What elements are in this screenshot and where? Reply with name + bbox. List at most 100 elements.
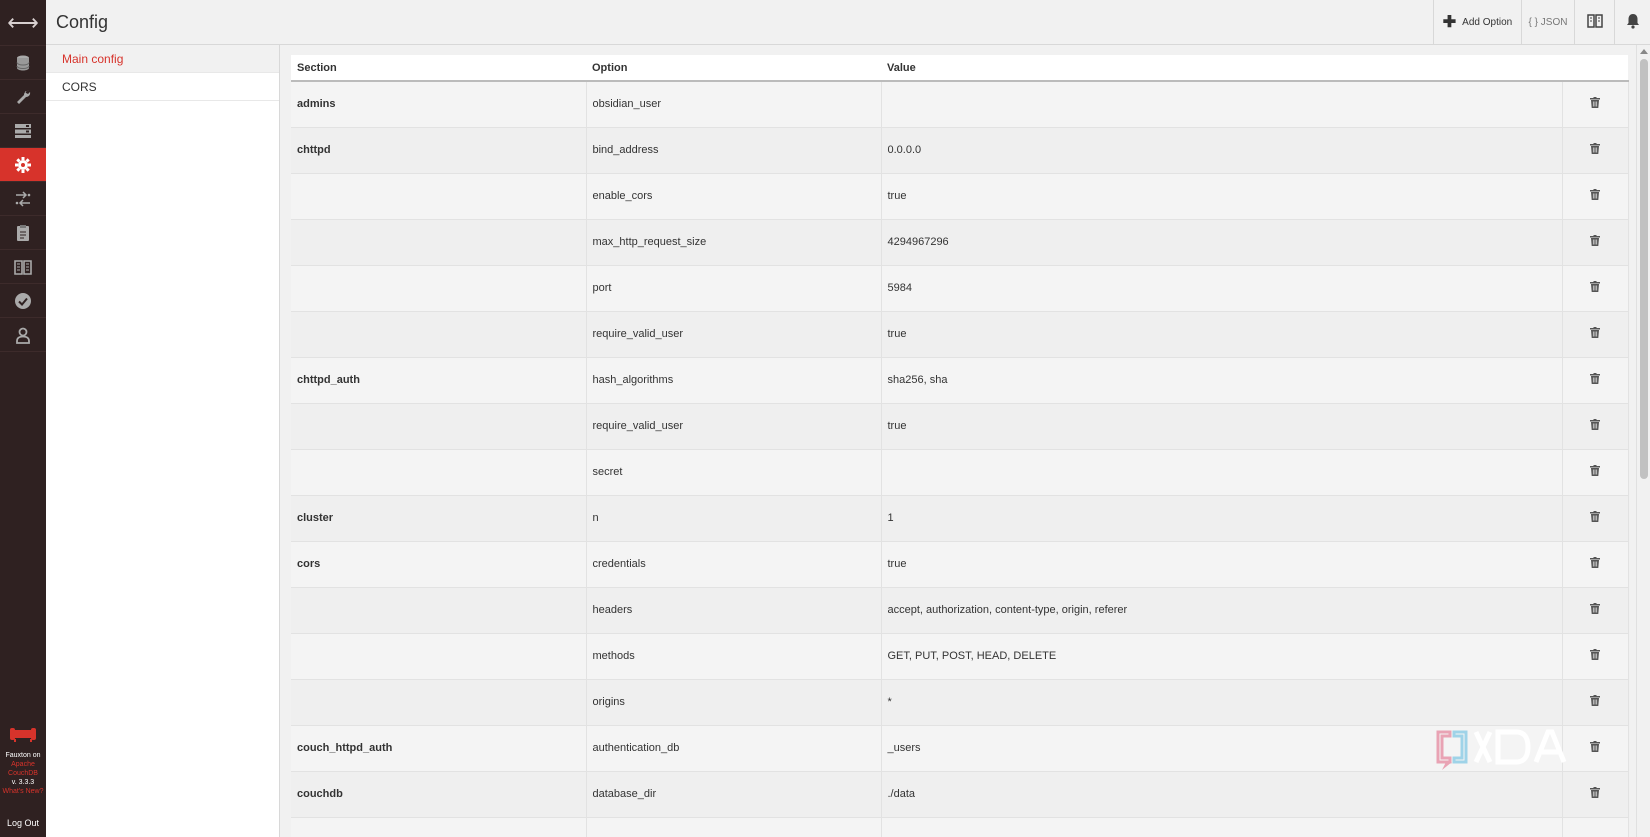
json-button[interactable]: { } JSON xyxy=(1521,0,1574,44)
plus-icon: ✚ xyxy=(1442,14,1457,31)
cell-value[interactable]: GET, PUT, POST, HEAD, DELETE xyxy=(881,633,1563,680)
trash-icon[interactable] xyxy=(1590,465,1600,479)
brand-line-1: Fauxton on xyxy=(5,752,41,759)
cell-value[interactable]: accept, authorization, content-type, ori… xyxy=(881,587,1563,634)
trash-icon[interactable] xyxy=(1590,235,1600,249)
trash-icon[interactable] xyxy=(1590,327,1600,341)
cell-value[interactable] xyxy=(881,81,1563,128)
table-row: couch_httpd_auth authentication_db _users xyxy=(291,725,1629,772)
cell-option[interactable]: database_dir xyxy=(586,771,882,818)
xda-watermark-logo xyxy=(1432,724,1587,772)
cell-option[interactable]: credentials xyxy=(586,541,882,588)
cell-option[interactable]: headers xyxy=(586,587,882,634)
cell-value[interactable]: * xyxy=(881,679,1563,726)
column-header-section: Section xyxy=(291,55,586,82)
delete-cell xyxy=(1562,219,1629,266)
nav-item-documentation[interactable] xyxy=(0,216,46,250)
cell-value[interactable]: true xyxy=(881,311,1563,358)
trash-icon[interactable] xyxy=(1590,419,1600,433)
delete-cell xyxy=(1562,173,1629,220)
cell-value[interactable]: 4294967296 xyxy=(881,219,1563,266)
cell-value[interactable]: true xyxy=(881,541,1563,588)
cell-option[interactable]: origins xyxy=(586,679,882,726)
delete-cell xyxy=(1562,541,1629,588)
nav-item-databases[interactable] xyxy=(0,46,46,80)
cell-option[interactable]: obsidian_user xyxy=(586,81,882,128)
cell-section xyxy=(291,219,587,266)
sidebar-item-main-config[interactable]: Main config xyxy=(46,45,279,73)
cell-value[interactable] xyxy=(881,817,1563,837)
brand-line-2[interactable]: Apache xyxy=(0,760,46,769)
table-row: max_http_request_size 4294967296 xyxy=(291,219,1629,266)
table-row: headers accept, authorization, content-ty… xyxy=(291,587,1629,634)
cell-value[interactable]: true xyxy=(881,173,1563,220)
trash-icon[interactable] xyxy=(1590,695,1600,709)
scrollbar[interactable] xyxy=(1636,45,1650,837)
cell-option[interactable]: hash_algorithms xyxy=(586,357,882,404)
brand-line-3[interactable]: CouchDB xyxy=(0,769,46,778)
nav-item-config[interactable] xyxy=(0,148,46,182)
databases-icon xyxy=(14,54,32,72)
cell-value[interactable] xyxy=(881,449,1563,496)
trash-icon[interactable] xyxy=(1590,143,1600,157)
sidebar-item-cors[interactable]: CORS xyxy=(46,73,279,101)
notifications-button[interactable] xyxy=(1614,0,1650,44)
trash-icon[interactable] xyxy=(1590,741,1600,755)
trash-icon[interactable] xyxy=(1590,603,1600,617)
nav-items xyxy=(0,46,46,352)
trash-icon[interactable] xyxy=(1590,189,1600,203)
trash-icon[interactable] xyxy=(1590,511,1600,525)
add-option-button[interactable]: ✚ Add Option xyxy=(1433,0,1521,44)
nav-item-docs[interactable] xyxy=(0,250,46,284)
nav-item-verify[interactable] xyxy=(0,284,46,318)
toggle-nav-icon[interactable]: ⟷ xyxy=(0,0,46,46)
cell-option[interactable]: port xyxy=(586,265,882,312)
documentation-icon xyxy=(14,224,32,242)
trash-icon[interactable] xyxy=(1590,787,1600,801)
scroll-up-arrow-icon[interactable] xyxy=(1640,49,1648,54)
cell-value[interactable]: 5984 xyxy=(881,265,1563,312)
cell-option[interactable]: max_http_request_size xyxy=(586,219,882,266)
nav-item-user[interactable] xyxy=(0,318,46,352)
cell-section xyxy=(291,449,587,496)
logout-link[interactable]: Log Out xyxy=(0,818,46,828)
cell-value[interactable]: ./data xyxy=(881,771,1563,818)
cell-value[interactable]: true xyxy=(881,403,1563,450)
table-row xyxy=(291,817,1629,837)
trash-icon[interactable] xyxy=(1590,557,1600,571)
cell-option[interactable]: n xyxy=(586,495,882,542)
cell-option[interactable] xyxy=(586,817,882,837)
page-header: Config ✚ Add Option { } JSON xyxy=(46,0,1650,45)
delete-cell xyxy=(1562,587,1629,634)
cell-value[interactable]: sha256, sha xyxy=(881,357,1563,404)
cell-section xyxy=(291,817,587,837)
cell-option[interactable]: methods xyxy=(586,633,882,680)
table-row: port 5984 xyxy=(291,265,1629,312)
cell-section xyxy=(291,173,587,220)
cell-option[interactable]: require_valid_user xyxy=(586,311,882,358)
cell-option[interactable]: enable_cors xyxy=(586,173,882,220)
cell-section: chttpd xyxy=(291,127,587,174)
documentation-button[interactable] xyxy=(1574,0,1614,44)
trash-icon[interactable] xyxy=(1590,649,1600,663)
scroll-thumb[interactable] xyxy=(1640,59,1648,479)
delete-cell xyxy=(1562,403,1629,450)
table-row: couchdb database_dir ./data xyxy=(291,771,1629,818)
cell-option[interactable]: secret xyxy=(586,449,882,496)
primary-nav: ⟷ Fauxton on Apache CouchDB v. 3.3.3 Wha… xyxy=(0,0,46,837)
nav-item-active-tasks[interactable] xyxy=(0,114,46,148)
nav-item-replication[interactable] xyxy=(0,182,46,216)
cell-option[interactable]: require_valid_user xyxy=(586,403,882,450)
nav-item-setup[interactable] xyxy=(0,80,46,114)
trash-icon[interactable] xyxy=(1590,373,1600,387)
whats-new-link[interactable]: What's New? xyxy=(0,787,46,796)
setup-icon xyxy=(14,88,32,106)
cell-option[interactable]: bind_address xyxy=(586,127,882,174)
cell-value[interactable]: 1 xyxy=(881,495,1563,542)
trash-icon[interactable] xyxy=(1590,97,1600,111)
trash-icon[interactable] xyxy=(1590,281,1600,295)
table-body: admins obsidian_user chttpd bind_address 0.0… xyxy=(291,81,1629,837)
cell-value[interactable]: 0.0.0.0 xyxy=(881,127,1563,174)
cell-option[interactable]: authentication_db xyxy=(586,725,882,772)
cell-section xyxy=(291,311,587,358)
